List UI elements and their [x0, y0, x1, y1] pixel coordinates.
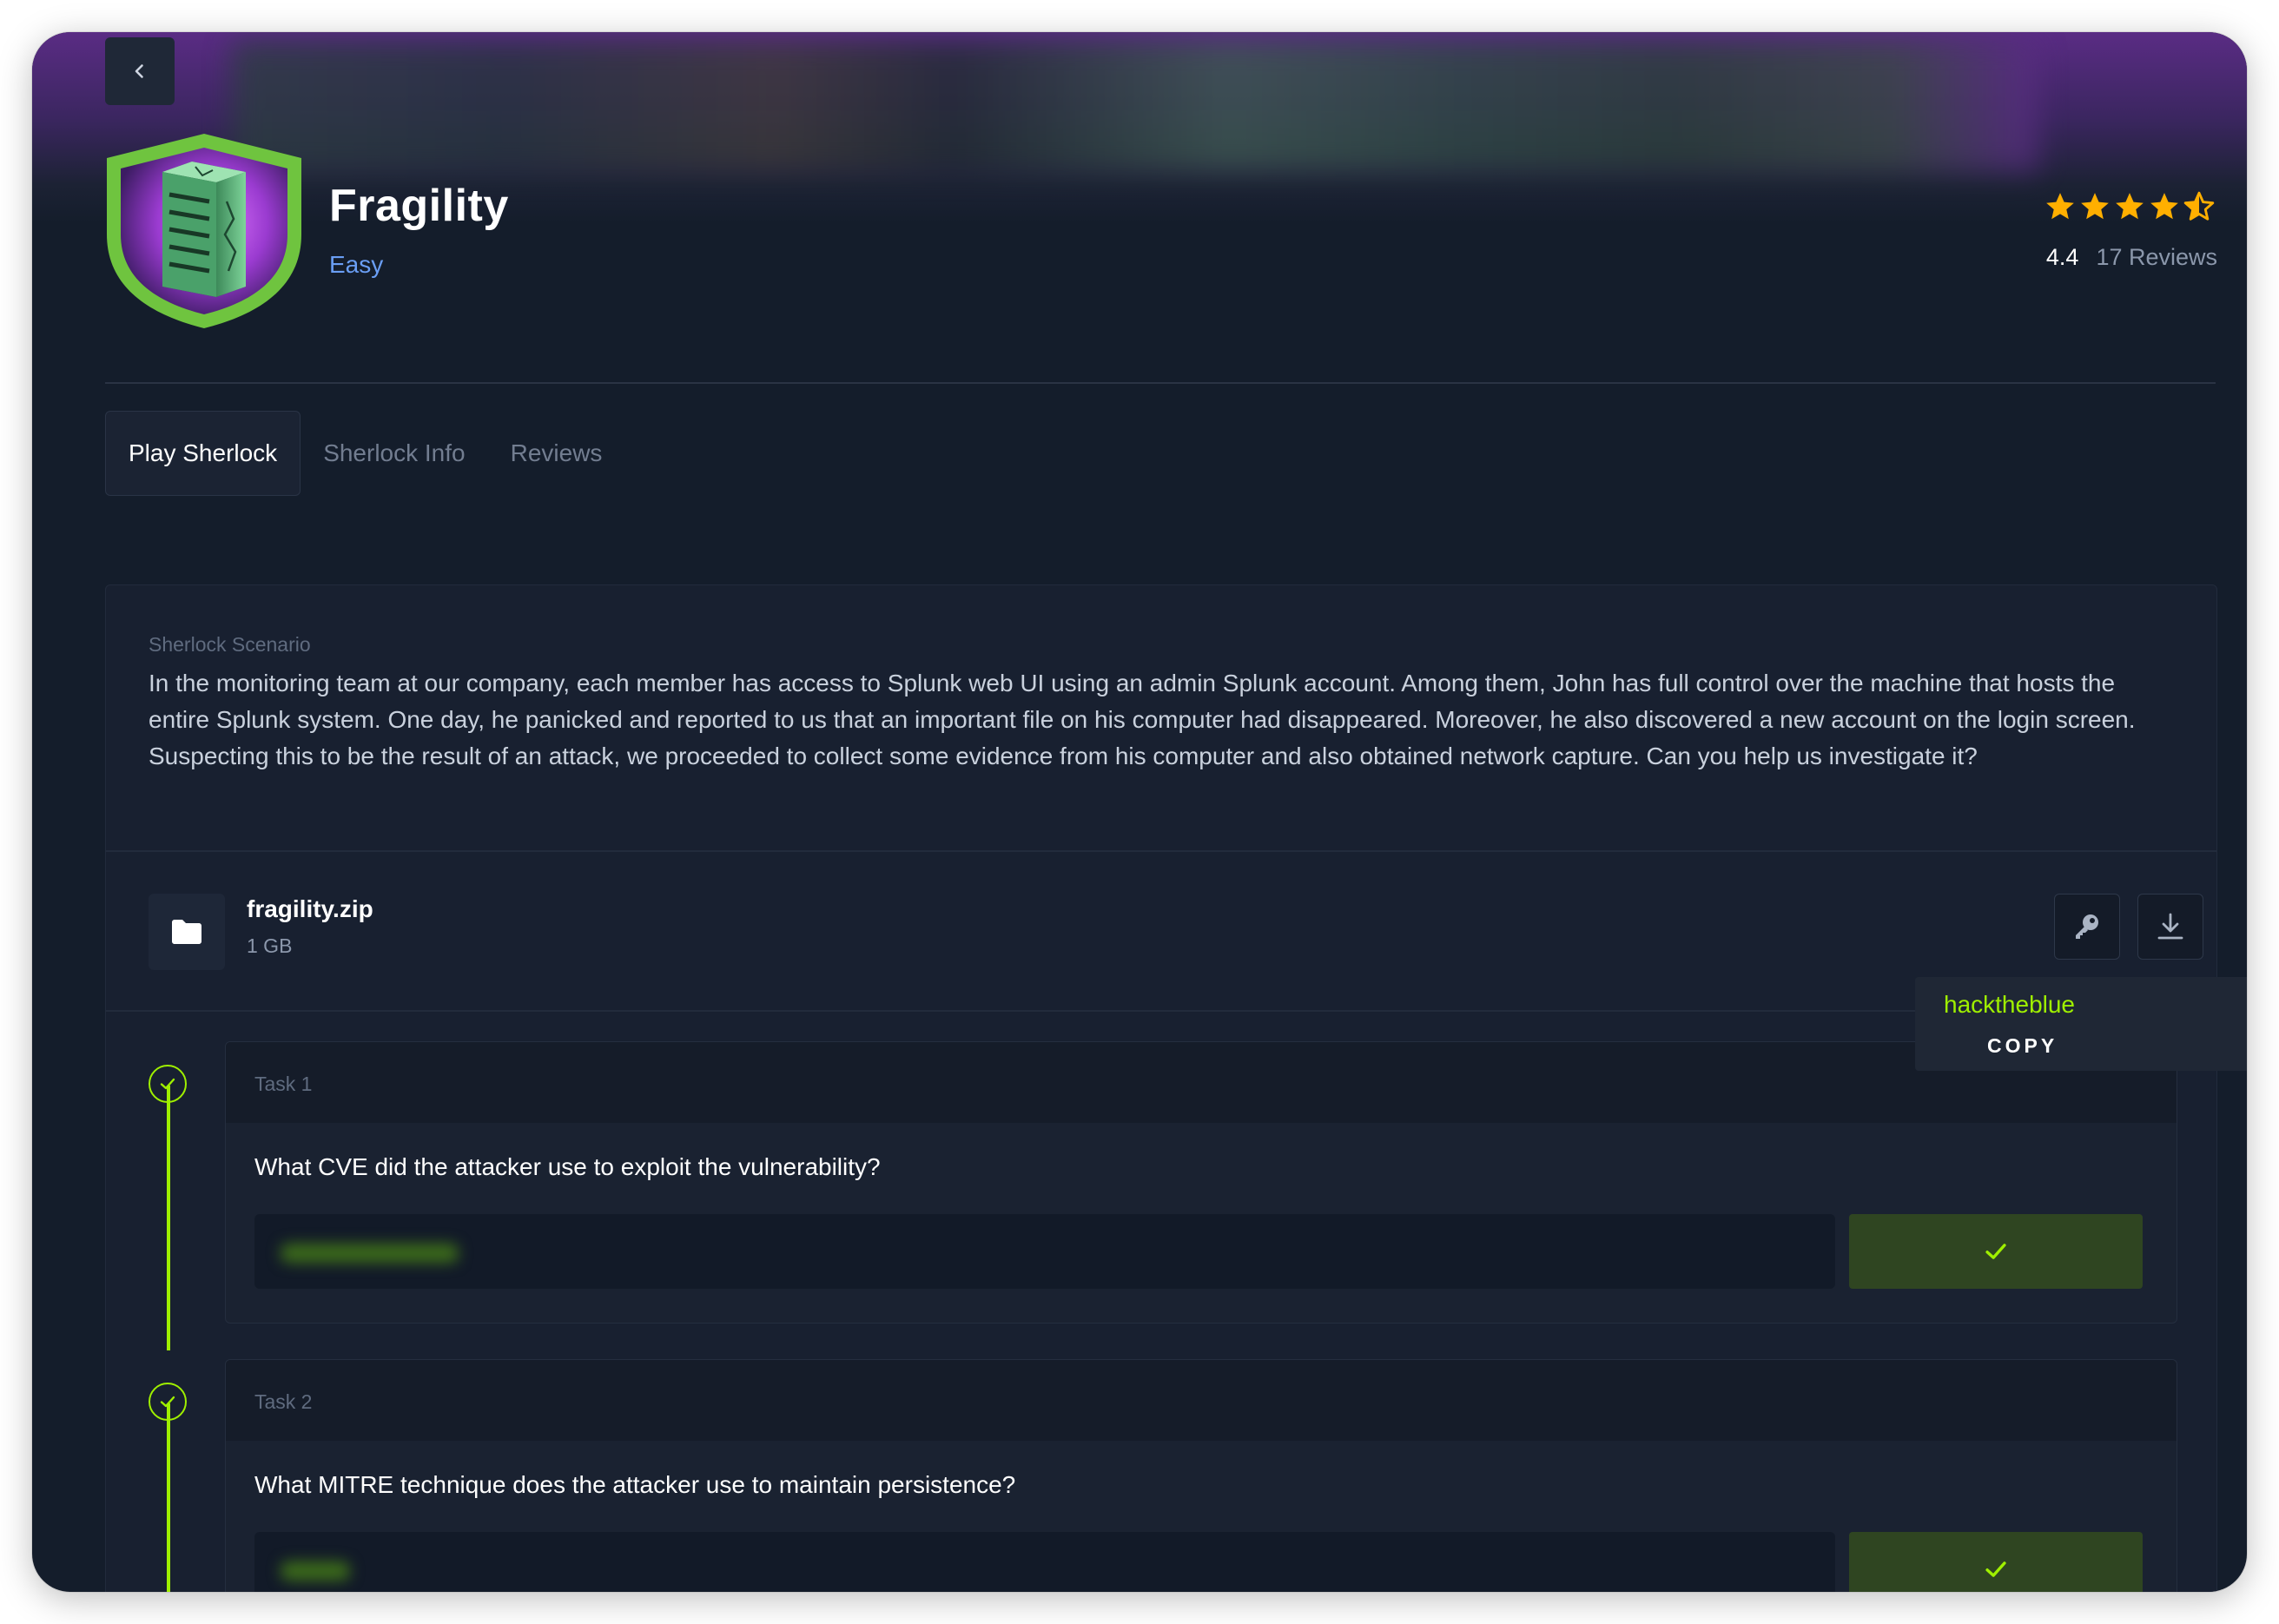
header-divider	[105, 382, 2216, 384]
section-divider	[106, 1010, 2216, 1012]
task-header: Task 1	[226, 1042, 2177, 1123]
task-2-status	[149, 1383, 187, 1421]
check-icon	[160, 1078, 175, 1090]
task-header: Task 2	[226, 1360, 2177, 1441]
scenario-text: In the monitoring team at our company, e…	[149, 670, 2136, 769]
tab-sherlock-info[interactable]: Sherlock Info	[301, 412, 487, 495]
star-icon	[2081, 193, 2109, 220]
star-icon	[2046, 193, 2074, 220]
task-card: Task 1 What CVE did the attacker use to …	[225, 1041, 2177, 1324]
answer-value-redacted	[281, 1561, 350, 1581]
section-divider	[106, 850, 2216, 852]
task-question: What MITRE technique does the attacker u…	[254, 1471, 1016, 1498]
answer-input[interactable]	[254, 1214, 1835, 1289]
check-icon	[1985, 1244, 2006, 1259]
difficulty-label: Easy	[329, 251, 384, 278]
key-icon	[2076, 914, 2098, 939]
password-button[interactable]	[2054, 894, 2120, 960]
banner-background-image	[232, 41, 2038, 171]
submit-button[interactable]	[1849, 1214, 2143, 1289]
sherlock-logo	[107, 134, 301, 328]
tab-bar: Play Sherlock Sherlock Info Reviews	[105, 411, 624, 496]
scenario-label: Sherlock Scenario	[149, 633, 311, 656]
play-panel: Sherlock Scenario In the monitoring team…	[105, 584, 2247, 1592]
check-icon	[1985, 1561, 2006, 1577]
rating-summary: 4.4 17 Reviews	[2046, 244, 2217, 271]
task-label: Task 1	[254, 1073, 313, 1095]
check-icon	[160, 1396, 175, 1408]
copy-button[interactable]: COPY	[1987, 1034, 2058, 1058]
timeline-line	[167, 1403, 170, 1592]
star-icon	[2116, 193, 2144, 220]
download-icon	[2157, 913, 2183, 940]
timeline-line	[167, 1086, 170, 1350]
file-icon-box	[149, 894, 225, 970]
task-question: What CVE did the attacker use to exploit…	[254, 1153, 881, 1180]
star-icon	[2150, 193, 2178, 220]
archive-password: hacktheblue	[1944, 991, 2076, 1018]
rating-score: 4.4	[2045, 244, 2079, 270]
file-size: 1 GB	[247, 934, 293, 957]
file-name: fragility.zip	[247, 895, 373, 922]
back-button[interactable]	[105, 37, 175, 105]
password-popover: hacktheblue COPY	[1915, 977, 2247, 1071]
reviews-count[interactable]: 17 Reviews	[2096, 244, 2217, 271]
tab-play-sherlock[interactable]: Play Sherlock	[105, 411, 301, 496]
task-label: Task 2	[254, 1390, 313, 1413]
folder-icon	[172, 920, 201, 944]
task-card: Task 2 What MITRE technique does the att…	[225, 1359, 2177, 1592]
page-title: Fragility	[329, 181, 509, 231]
star-half-icon	[2183, 191, 2215, 221]
tab-reviews[interactable]: Reviews	[488, 412, 625, 495]
answer-input[interactable]	[254, 1532, 1835, 1592]
task-1-status	[149, 1065, 187, 1103]
download-button[interactable]	[2137, 894, 2203, 960]
answer-value-redacted	[281, 1244, 459, 1263]
app-window: Fragility Easy 4.4 17 Reviews Play Sherl…	[32, 32, 2247, 1592]
submit-button[interactable]	[1849, 1532, 2143, 1592]
star-rating	[2044, 190, 2216, 223]
chevron-left-icon	[135, 64, 143, 78]
